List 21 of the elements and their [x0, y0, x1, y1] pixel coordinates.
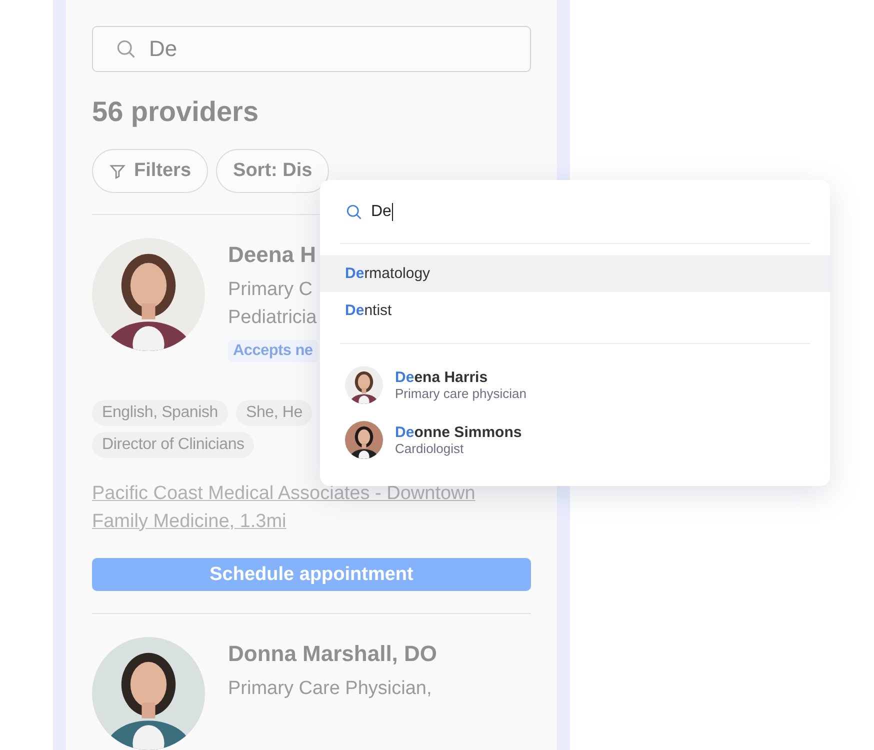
- result-count: 56 providers: [92, 96, 260, 128]
- search-value: De: [149, 36, 178, 62]
- provider-tag: She, He: [236, 400, 312, 426]
- provider-tag: English, Spanish: [92, 400, 228, 426]
- status-badge: Accepts ne: [228, 340, 318, 362]
- person-role: Cardiologist: [395, 441, 465, 456]
- specialty-option[interactable]: Dermatology: [320, 255, 830, 292]
- provider-tag: Director of Clinicians: [92, 432, 254, 458]
- person-name[interactable]: Deena Harris: [395, 369, 526, 386]
- person-role: Primary care physician: [395, 386, 526, 401]
- filter-icon: [109, 162, 126, 180]
- provider-specialty: Primary Care Physician,: [228, 677, 433, 701]
- search-icon: [115, 38, 137, 60]
- search-icon: [345, 202, 363, 220]
- specialty-option[interactable]: Dentist: [320, 292, 830, 329]
- autocomplete-input[interactable]: De: [371, 202, 394, 220]
- provider-name: Donna Marshall, DO: [228, 641, 438, 667]
- provider-specialty: Primary C: [228, 278, 314, 302]
- provider-specialty: Pediatricia: [228, 306, 318, 330]
- person-name[interactable]: Deonne Simmons: [395, 424, 522, 441]
- provider-name: Deena H: [228, 242, 318, 268]
